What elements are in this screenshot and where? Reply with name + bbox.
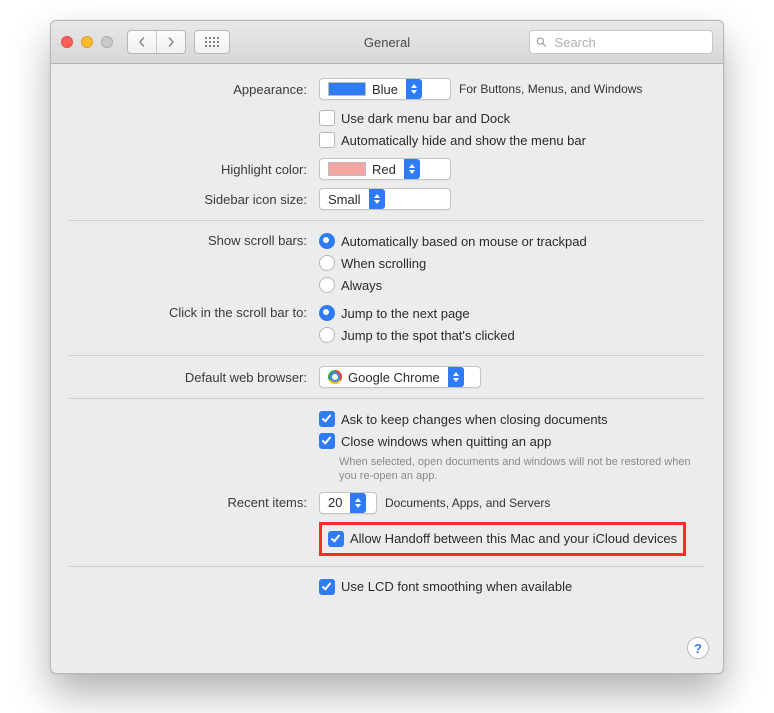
scrollbars-auto-radio[interactable]: Automatically based on mouse or trackpad [319, 231, 705, 251]
recent-items-value: 20 [328, 495, 342, 510]
pane-body: Appearance: Blue For Buttons, Menus, and… [51, 64, 723, 615]
scrollbars-opt3: Always [341, 278, 382, 293]
sidebar-size-value: Small [328, 192, 361, 207]
nav-back-forward [127, 30, 186, 54]
search-field[interactable] [529, 30, 713, 54]
handoff-checkbox[interactable]: Allow Handoff between this Mac and your … [328, 529, 677, 549]
lcd-smoothing-checkbox[interactable]: Use LCD font smoothing when available [319, 577, 705, 597]
close-windows-hint: When selected, open documents and window… [339, 453, 699, 484]
radio-selected-icon [319, 233, 335, 249]
updown-arrows-icon [406, 79, 422, 99]
browser-label: Default web browser: [69, 370, 309, 385]
scrollclick-opt1: Jump to the next page [341, 306, 470, 321]
chrome-icon [328, 370, 342, 384]
search-input[interactable] [553, 34, 706, 51]
appearance-label: Appearance: [69, 82, 309, 97]
recent-items-note: Documents, Apps, and Servers [385, 496, 550, 510]
radio-selected-icon [319, 305, 335, 321]
default-browser-popup[interactable]: Google Chrome [319, 366, 481, 388]
checkbox-checked-icon [328, 531, 344, 547]
blue-swatch-icon [328, 82, 366, 96]
dark-menu-checkbox[interactable]: Use dark menu bar and Dock [319, 108, 705, 128]
zoom-window-button[interactable] [101, 36, 113, 48]
preferences-window: General Appearance: Blue [50, 20, 724, 674]
updown-arrows-icon [350, 493, 366, 513]
updown-arrows-icon [369, 189, 385, 209]
dark-menu-label: Use dark menu bar and Dock [341, 111, 510, 126]
grid-icon [205, 37, 219, 47]
radio-icon [319, 277, 335, 293]
checkbox-checked-icon [319, 433, 335, 449]
appearance-value: Blue [372, 82, 398, 97]
ask-keep-changes-label: Ask to keep changes when closing documen… [341, 412, 608, 427]
browser-value: Google Chrome [348, 370, 440, 385]
handoff-label: Allow Handoff between this Mac and your … [350, 531, 677, 546]
sidebar-size-label: Sidebar icon size: [69, 192, 309, 207]
recent-items-popup[interactable]: 20 [319, 492, 377, 514]
auto-hide-label: Automatically hide and show the menu bar [341, 133, 586, 148]
help-icon: ? [694, 641, 702, 656]
highlight-value: Red [372, 162, 396, 177]
scrollbars-label: Show scroll bars: [69, 231, 309, 248]
show-all-button[interactable] [194, 30, 230, 54]
forward-button[interactable] [156, 31, 185, 53]
radio-icon [319, 327, 335, 343]
toolbar: General [51, 21, 723, 64]
close-windows-label: Close windows when quitting an app [341, 434, 551, 449]
checkbox-checked-icon [319, 579, 335, 595]
ask-keep-changes-checkbox[interactable]: Ask to keep changes when closing documen… [319, 409, 705, 429]
scrollbars-opt2: When scrolling [341, 256, 426, 271]
highlight-color-popup[interactable]: Red [319, 158, 451, 180]
scrollbars-opt1: Automatically based on mouse or trackpad [341, 234, 587, 249]
checkbox-icon [319, 110, 335, 126]
scrollclick-label: Click in the scroll bar to: [69, 303, 309, 320]
radio-icon [319, 255, 335, 271]
chevron-left-icon [137, 37, 147, 47]
checkbox-icon [319, 132, 335, 148]
help-button[interactable]: ? [687, 637, 709, 659]
scrollbars-scrolling-radio[interactable]: When scrolling [319, 253, 705, 273]
checkbox-checked-icon [319, 411, 335, 427]
scrollbars-always-radio[interactable]: Always [319, 275, 705, 295]
handoff-highlight: Allow Handoff between this Mac and your … [319, 522, 686, 556]
back-button[interactable] [128, 31, 156, 53]
minimize-window-button[interactable] [81, 36, 93, 48]
scrollclick-spot-radio[interactable]: Jump to the spot that's clicked [319, 325, 705, 345]
auto-hide-menubar-checkbox[interactable]: Automatically hide and show the menu bar [319, 130, 705, 150]
close-window-button[interactable] [61, 36, 73, 48]
lcd-smoothing-label: Use LCD font smoothing when available [341, 579, 572, 594]
sidebar-size-popup[interactable]: Small [319, 188, 451, 210]
scrollclick-page-radio[interactable]: Jump to the next page [319, 303, 705, 323]
chevron-right-icon [166, 37, 176, 47]
appearance-note: For Buttons, Menus, and Windows [459, 82, 642, 96]
red-swatch-icon [328, 162, 366, 176]
window-controls [61, 36, 113, 48]
search-icon [536, 36, 547, 48]
highlight-label: Highlight color: [69, 162, 309, 177]
scrollclick-opt2: Jump to the spot that's clicked [341, 328, 515, 343]
appearance-popup[interactable]: Blue [319, 78, 451, 100]
updown-arrows-icon [448, 367, 464, 387]
close-windows-checkbox[interactable]: Close windows when quitting an app [319, 431, 705, 451]
recent-items-label: Recent items: [69, 495, 309, 510]
updown-arrows-icon [404, 159, 420, 179]
